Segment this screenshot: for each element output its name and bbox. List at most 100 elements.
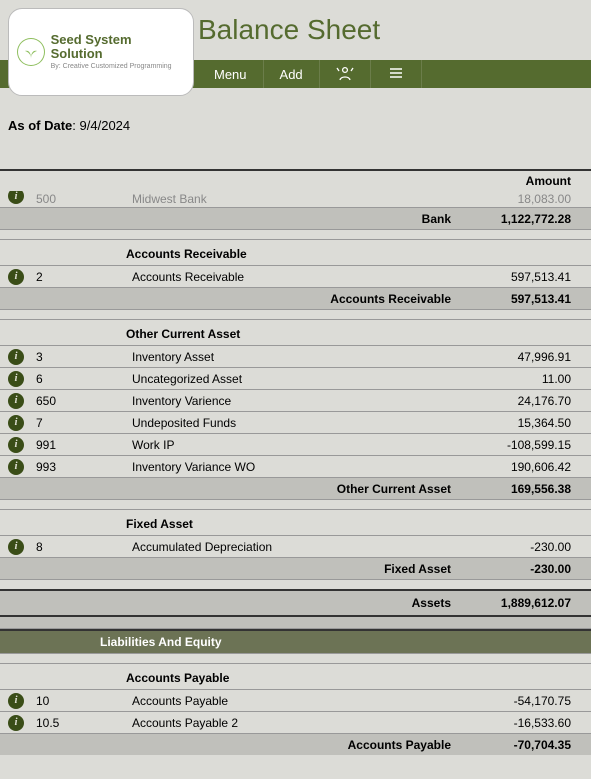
info-icon[interactable]: i bbox=[8, 269, 24, 285]
list-icon bbox=[387, 65, 405, 83]
asof-label: As of Date bbox=[8, 118, 72, 133]
subtotal-label: Accounts Receivable bbox=[124, 292, 461, 306]
account-amount: 15,364.50 bbox=[461, 416, 591, 430]
subtotal-row: Accounts Receivable 597,513.41 bbox=[0, 287, 591, 309]
subtotal-label: Accounts Payable bbox=[124, 738, 461, 752]
account-amount: -16,533.60 bbox=[461, 716, 591, 730]
report-area: Amount i 500 Midwest Bank 18,083.00 Bank… bbox=[0, 169, 591, 755]
table-row: i650Inventory Varience24,176.70 bbox=[0, 389, 591, 411]
table-row: i2Accounts Receivable597,513.41 bbox=[0, 265, 591, 287]
subtotal-row: Bank 1,122,772.28 bbox=[0, 207, 591, 229]
subtotal-row: Accounts Payable -70,704.35 bbox=[0, 733, 591, 755]
gap bbox=[0, 615, 591, 629]
account-amount: 597,513.41 bbox=[461, 270, 591, 284]
assets-total-amount: 1,889,612.07 bbox=[461, 596, 591, 610]
section-header-label: Liabilities And Equity bbox=[0, 635, 222, 649]
add-button-label: Add bbox=[280, 67, 303, 82]
table-row: i6Uncategorized Asset11.00 bbox=[0, 367, 591, 389]
subtotal-row: Fixed Asset -230.00 bbox=[0, 557, 591, 579]
assets-total-label: Assets bbox=[124, 596, 461, 610]
logo-card: Seed System Solution By: Creative Custom… bbox=[8, 8, 194, 96]
section-header-label: Accounts Receivable bbox=[0, 247, 247, 261]
subtotal-label: Fixed Asset bbox=[124, 562, 461, 576]
account-desc: Uncategorized Asset bbox=[124, 372, 461, 386]
leaf-icon bbox=[17, 38, 45, 66]
assets-total-row: Assets 1,889,612.07 bbox=[0, 589, 591, 615]
account-code: 8 bbox=[32, 540, 124, 554]
account-code: 2 bbox=[32, 270, 124, 284]
asof-value: 9/4/2024 bbox=[80, 118, 131, 133]
info-icon[interactable]: i bbox=[8, 415, 24, 431]
brand-main: Seed System Solution bbox=[51, 33, 185, 62]
table-row: i993Inventory Variance WO190,606.42 bbox=[0, 455, 591, 477]
table-row: i 500 Midwest Bank 18,083.00 bbox=[0, 191, 591, 207]
account-desc: Undeposited Funds bbox=[124, 416, 461, 430]
subtotal-amount: 1,122,772.28 bbox=[461, 212, 591, 226]
account-desc: Accounts Payable 2 bbox=[124, 716, 461, 730]
account-amount: 24,176.70 bbox=[461, 394, 591, 408]
info-icon[interactable]: i bbox=[8, 371, 24, 387]
info-icon[interactable]: i bbox=[8, 459, 24, 475]
gap bbox=[0, 229, 591, 239]
add-button[interactable]: Add bbox=[264, 60, 320, 88]
table-row: i7Undeposited Funds15,364.50 bbox=[0, 411, 591, 433]
brand-text: Seed System Solution By: Creative Custom… bbox=[51, 33, 185, 71]
info-icon[interactable]: i bbox=[8, 693, 24, 709]
account-code: 650 bbox=[32, 394, 124, 408]
account-code: 3 bbox=[32, 350, 124, 364]
section-header-label: Accounts Payable bbox=[0, 671, 229, 685]
account-code: 10.5 bbox=[32, 716, 124, 730]
account-code: 10 bbox=[32, 694, 124, 708]
account-amount: 18,083.00 bbox=[461, 192, 591, 206]
account-desc: Midwest Bank bbox=[124, 192, 461, 206]
person-icon bbox=[336, 65, 354, 83]
info-icon[interactable]: i bbox=[8, 191, 24, 204]
brand-sub: By: Creative Customized Programming bbox=[51, 63, 185, 71]
account-code: 6 bbox=[32, 372, 124, 386]
account-code: 993 bbox=[32, 460, 124, 474]
account-desc: Accumulated Depreciation bbox=[124, 540, 461, 554]
section-header-liab: Liabilities And Equity bbox=[0, 629, 591, 653]
info-icon[interactable]: i bbox=[8, 437, 24, 453]
info-icon[interactable]: i bbox=[8, 715, 24, 731]
amount-header: Amount bbox=[0, 171, 591, 191]
account-amount: -230.00 bbox=[461, 540, 591, 554]
section-header-label: Other Current Asset bbox=[0, 327, 240, 341]
account-desc: Accounts Payable bbox=[124, 694, 461, 708]
list-icon-button[interactable] bbox=[371, 60, 422, 88]
section-header-oca: Other Current Asset bbox=[0, 319, 591, 345]
gap bbox=[0, 499, 591, 509]
menu-button[interactable]: Menu bbox=[198, 60, 264, 88]
info-icon[interactable]: i bbox=[8, 539, 24, 555]
subtotal-amount: -70,704.35 bbox=[461, 738, 591, 752]
subtotal-amount: 169,556.38 bbox=[461, 482, 591, 496]
menu-button-label: Menu bbox=[214, 67, 247, 82]
gap bbox=[0, 653, 591, 663]
gap bbox=[0, 579, 591, 589]
subtotal-row: Other Current Asset 169,556.38 bbox=[0, 477, 591, 499]
section-header-label: Fixed Asset bbox=[0, 517, 193, 531]
table-row: i8Accumulated Depreciation-230.00 bbox=[0, 535, 591, 557]
section-header-fa: Fixed Asset bbox=[0, 509, 591, 535]
account-amount: 11.00 bbox=[461, 372, 591, 386]
table-row: i3Inventory Asset47,996.91 bbox=[0, 345, 591, 367]
account-code: 7 bbox=[32, 416, 124, 430]
account-desc: Work IP bbox=[124, 438, 461, 452]
account-amount: -108,599.15 bbox=[461, 438, 591, 452]
table-row: i 10Accounts Payable-54,170.75 bbox=[0, 689, 591, 711]
account-amount: -54,170.75 bbox=[461, 694, 591, 708]
subtotal-amount: 597,513.41 bbox=[461, 292, 591, 306]
account-code: 500 bbox=[32, 192, 124, 206]
account-desc: Inventory Asset bbox=[124, 350, 461, 364]
subtotal-amount: -230.00 bbox=[461, 562, 591, 576]
page-title: Balance Sheet bbox=[198, 14, 380, 46]
info-icon[interactable]: i bbox=[8, 349, 24, 365]
person-icon-button[interactable] bbox=[320, 60, 371, 88]
section-header-ap: Accounts Payable bbox=[0, 663, 591, 689]
info-icon[interactable]: i bbox=[8, 393, 24, 409]
subtotal-label: Other Current Asset bbox=[124, 482, 461, 496]
table-row: i 10.5Accounts Payable 2-16,533.60 bbox=[0, 711, 591, 733]
account-code: 991 bbox=[32, 438, 124, 452]
account-amount: 190,606.42 bbox=[461, 460, 591, 474]
account-desc: Accounts Receivable bbox=[124, 270, 461, 284]
